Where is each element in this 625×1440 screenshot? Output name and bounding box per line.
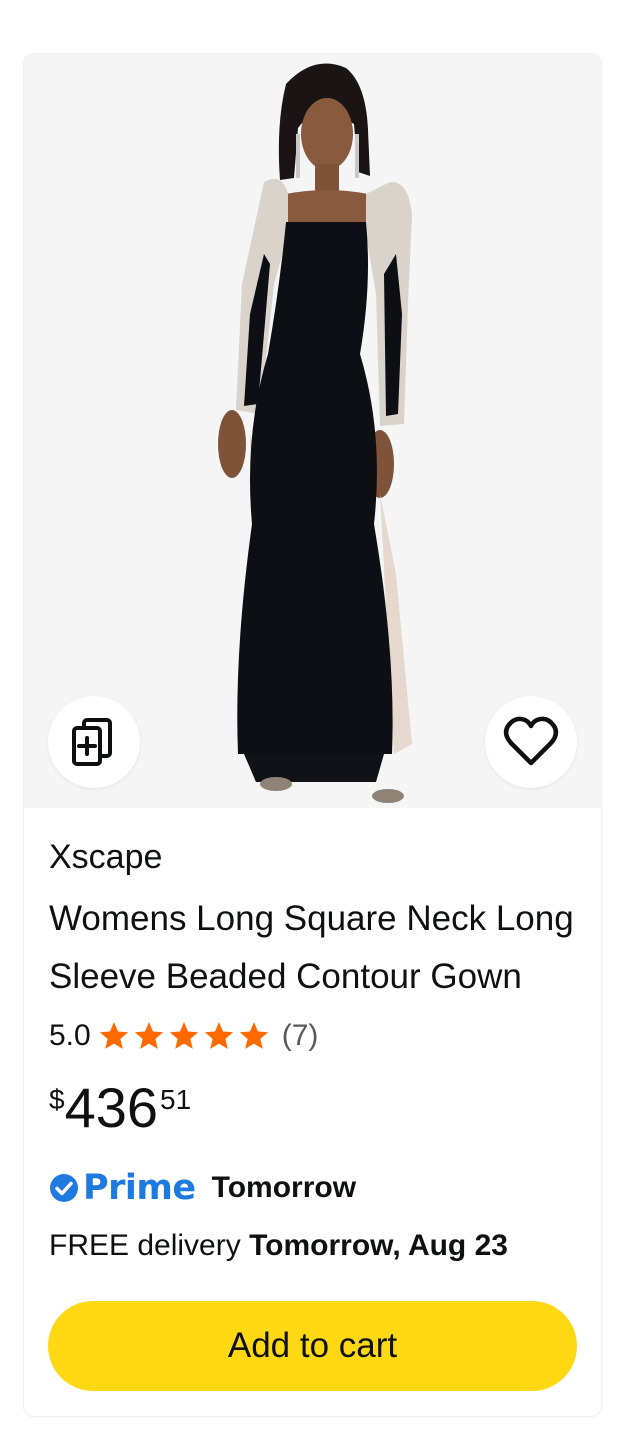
compare-button[interactable] <box>48 696 140 788</box>
star-icon <box>239 1022 268 1049</box>
prime-logo: Prime <box>83 1168 196 1208</box>
review-count[interactable]: (7) <box>282 1019 319 1053</box>
product-info: Xscape Womens Long Square Neck Long Slee… <box>49 834 579 1268</box>
price-whole: 436 <box>64 1076 159 1139</box>
compare-icon <box>72 718 112 766</box>
product-title[interactable]: Womens Long Square Neck Long Sleeve Bead… <box>49 890 579 1006</box>
star-icon <box>134 1022 163 1049</box>
delivery-info: FREE delivery Tomorrow, Aug 23 <box>49 1224 579 1268</box>
price: $ 436 51 <box>49 1078 579 1142</box>
product-brand: Xscape <box>49 838 163 876</box>
add-to-cart-button[interactable]: Add to cart <box>48 1301 577 1391</box>
delivery-date: Tomorrow, Aug 23 <box>249 1229 508 1262</box>
delivery-prefix: FREE delivery <box>49 1229 250 1262</box>
star-rating <box>97 1020 272 1052</box>
product-image-area[interactable] <box>24 54 601 808</box>
product-card[interactable]: Xscape Womens Long Square Neck Long Slee… <box>24 54 601 1416</box>
star-icon <box>204 1022 233 1049</box>
check-circle-icon <box>50 1174 78 1202</box>
wishlist-button[interactable] <box>485 696 577 788</box>
star-icon <box>169 1022 198 1049</box>
rating-value: 5.0 <box>49 1019 91 1052</box>
prime-badge-row: Prime Tomorrow <box>49 1166 579 1210</box>
product-image[interactable] <box>24 54 601 808</box>
rating-row[interactable]: 5.0 (7) <box>49 1012 579 1060</box>
prime-delivery-day: Tomorrow <box>211 1171 357 1204</box>
star-icon <box>99 1022 128 1049</box>
price-symbol: $ <box>49 1084 65 1115</box>
heart-icon <box>503 716 559 766</box>
price-fraction: 51 <box>160 1084 192 1115</box>
